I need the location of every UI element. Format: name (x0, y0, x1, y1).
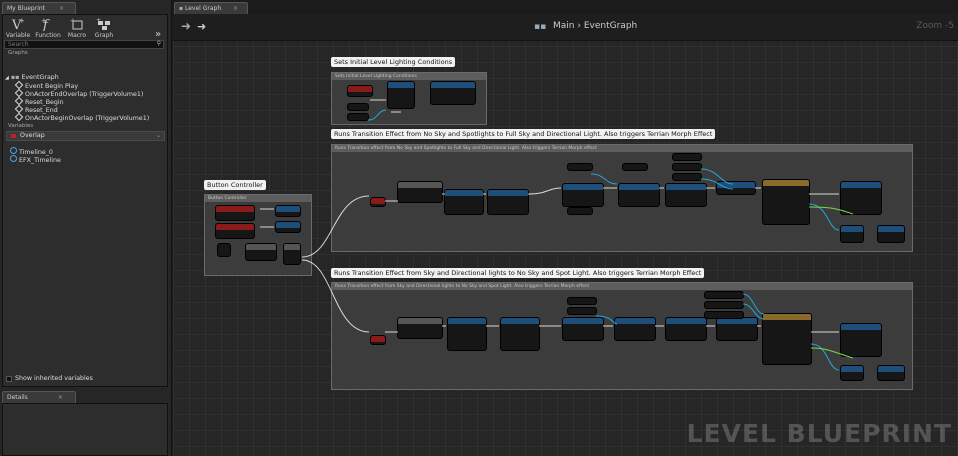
graph-label: Graph (94, 32, 114, 39)
macro-icon: + (70, 17, 83, 30)
variable-item[interactable]: EFX_Timeline (10, 155, 61, 165)
graphs-section-header: Graphs (8, 50, 28, 56)
category-label: Overlap (20, 132, 45, 139)
search-icon: ⚲ (156, 40, 161, 47)
event-graph-label: EventGraph (21, 74, 59, 81)
add-variable-button[interactable]: V + Variable (5, 17, 31, 39)
details-body (2, 403, 168, 456)
my-blueprint-body: V + Variable f + Function + Macro + Graph … (2, 14, 168, 387)
level-blueprint-watermark: LEVEL BLUEPRINT (686, 419, 952, 448)
chevron-down-icon: ◢ (5, 75, 9, 81)
timeline-icon (10, 147, 17, 154)
object-wire (700, 178, 734, 190)
tree-event-graph[interactable]: ◢ ▪▪ EventGraph (5, 74, 59, 82)
svg-text:+: + (96, 17, 101, 24)
float-wire (808, 206, 854, 215)
object-wire (367, 109, 387, 121)
graph-wires (260, 99, 854, 371)
add-graph-button[interactable]: + Graph (91, 17, 117, 39)
event-label: Reset_Begin (25, 99, 64, 106)
tree-event-item[interactable]: OnActorBeginOverlap (TriggerVolume1) (14, 112, 150, 123)
search-input[interactable]: Search ⚲ (4, 40, 164, 49)
event-label: Reset_End (25, 107, 58, 114)
timeline-icon (10, 155, 17, 162)
category-color-icon (11, 134, 16, 138)
tab-level-graph-label: Level Graph (184, 5, 222, 12)
object-wire (742, 303, 765, 320)
graph-canvas[interactable]: ➜ ➜ ▪▪ Main › EventGraph Zoom -5 Sets In… (173, 14, 958, 456)
tab-details-label: Details (7, 394, 28, 401)
tab-level-graph[interactable]: ▪ Level Graph × (174, 2, 248, 14)
function-icon: f+ (41, 17, 50, 31)
close-icon[interactable]: × (233, 5, 238, 12)
show-inherited-checkbox[interactable] (6, 376, 12, 382)
float-wire (810, 347, 854, 359)
exec-wire (301, 195, 370, 258)
tab-my-blueprint[interactable]: My Blueprint × (2, 2, 76, 14)
close-icon[interactable]: × (59, 5, 64, 12)
event-label: Event Begin Play (25, 83, 79, 90)
search-placeholder: Search (8, 41, 29, 48)
variable-label: Variable (5, 32, 31, 39)
object-wire (590, 173, 618, 185)
variable-label: EFX_Timeline (19, 157, 61, 164)
exec-wire (301, 259, 370, 333)
event-diamond-icon (14, 112, 24, 122)
macro-label: Macro (67, 32, 87, 39)
function-label: Function (35, 32, 61, 39)
object-wire (595, 315, 618, 325)
category-row-overlap[interactable]: Overlap ⌄ (6, 131, 165, 141)
close-icon[interactable]: × (58, 394, 63, 401)
add-function-button[interactable]: f + Function (35, 17, 61, 39)
expand-toolbar-icon[interactable]: » (155, 29, 161, 40)
tab-my-blueprint-label: My Blueprint (7, 5, 46, 12)
variable-icon: V+ (11, 17, 25, 31)
object-wire (700, 168, 734, 185)
variables-section-header: Variables (8, 123, 34, 129)
my-blueprint-panel: My Blueprint × V + Variable f + Function + … (0, 0, 172, 456)
graph-icon: + (96, 17, 110, 30)
tab-details[interactable]: Details × (2, 391, 76, 403)
exec-wire (527, 187, 562, 195)
chevron-down-icon[interactable]: ⌄ (156, 132, 161, 139)
add-macro-button[interactable]: + Macro (64, 17, 90, 39)
svg-text:+: + (41, 17, 47, 25)
svg-text:+: + (19, 17, 25, 25)
event-label: OnActorBeginOverlap (TriggerVolume1) (25, 115, 150, 122)
svg-text:+: + (70, 17, 76, 25)
event-label: OnActorEndOverlap (TriggerVolume1) (25, 91, 144, 98)
show-inherited-label: Show inherited variables (15, 375, 93, 382)
